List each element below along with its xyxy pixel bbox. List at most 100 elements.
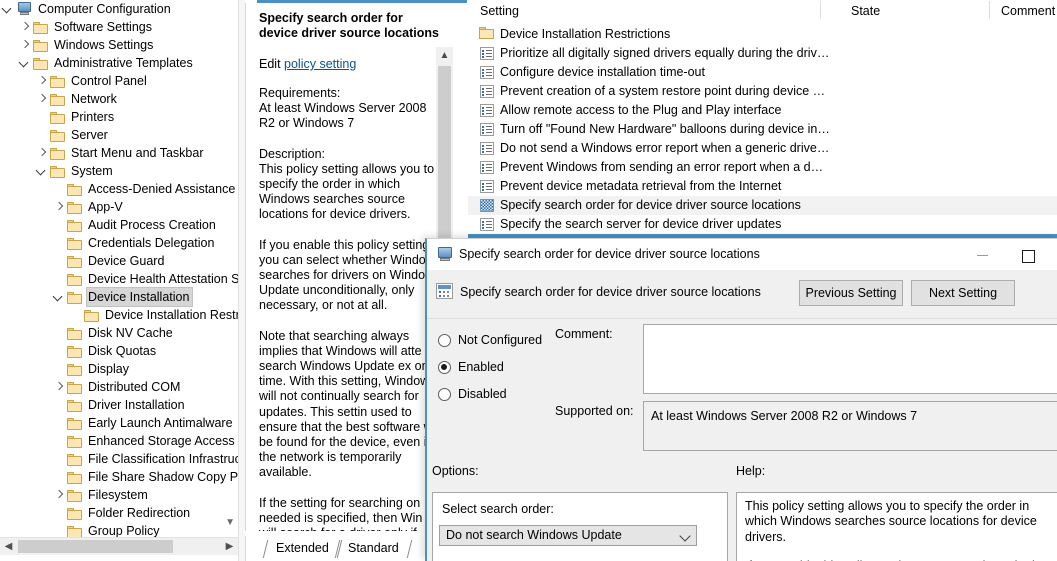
- policy-icon: [480, 218, 494, 231]
- header-separator-1[interactable]: [820, 1, 821, 19]
- chevron-right-icon[interactable]: [34, 72, 50, 90]
- comment-textarea[interactable]: [643, 324, 1057, 394]
- column-header-state[interactable]: State: [851, 3, 880, 19]
- table-row[interactable]: Specify search order for device driver s…: [468, 196, 1057, 215]
- description-vscroll-thumb[interactable]: [438, 66, 451, 242]
- view-tabs: Extended Standard: [245, 536, 449, 561]
- search-order-dropdown[interactable]: Do not search Windows Update: [439, 525, 697, 546]
- radio-not-configured[interactable]: Not Configured: [435, 327, 570, 354]
- tree-horizontal-scrollbar[interactable]: ◀ ▶: [0, 537, 238, 555]
- tree-node-label: Filesystem: [87, 486, 151, 504]
- help-panel[interactable]: This policy setting allows you to specif…: [736, 492, 1057, 561]
- chevron-right-icon[interactable]: [17, 18, 33, 36]
- tree-node-label: Enhanced Storage Access: [87, 432, 238, 450]
- chevron-right-icon[interactable]: [34, 144, 50, 162]
- setting-name: Do not send a Windows error report when …: [500, 139, 830, 158]
- state-radio-group[interactable]: Not ConfiguredEnabledDisabled: [435, 327, 570, 408]
- twist-spacer: [51, 504, 67, 522]
- chevron-down-icon[interactable]: [17, 54, 33, 72]
- table-row[interactable]: Device Installation Restrictions: [468, 25, 1057, 44]
- tree-node[interactable]: Folder Redirection: [0, 504, 238, 522]
- column-header-comment[interactable]: Comment: [1001, 3, 1055, 19]
- maximize-button[interactable]: [1006, 239, 1051, 270]
- chevron-down-icon[interactable]: [34, 162, 50, 180]
- tree-node[interactable]: Network: [0, 90, 238, 108]
- scroll-left-arrow-icon[interactable]: ◀: [0, 538, 17, 555]
- tree-node[interactable]: Printers: [0, 108, 238, 126]
- column-header-setting[interactable]: Setting: [480, 3, 519, 19]
- header-separator-2[interactable]: [989, 1, 990, 19]
- table-row[interactable]: Prioritize all digitally signed drivers …: [468, 44, 1057, 63]
- tab-standard[interactable]: Standard: [342, 539, 405, 558]
- edit-policy-setting-link[interactable]: policy setting: [284, 57, 356, 71]
- tree-node-label: Server: [70, 126, 111, 144]
- tree-node[interactable]: Device Installation: [0, 288, 238, 306]
- tree-node[interactable]: Distributed COM: [0, 378, 238, 396]
- tree-node[interactable]: Device Installation Restri: [0, 306, 238, 324]
- tree-node-label: System: [70, 162, 116, 180]
- dialog-title-bar[interactable]: Specify search order for device driver s…: [427, 239, 1057, 270]
- table-row[interactable]: Prevent creation of a system restore poi…: [468, 82, 1057, 101]
- select-search-order-label: Select search order:: [442, 502, 554, 516]
- tree-node[interactable]: Audit Process Creation: [0, 216, 238, 234]
- chevron-right-icon[interactable]: [51, 378, 67, 396]
- setting-name: Specify search order for device driver s…: [500, 196, 830, 215]
- tree-node[interactable]: Computer Configuration: [0, 0, 238, 18]
- tree-node[interactable]: System: [0, 162, 238, 180]
- scroll-up-arrow-icon[interactable]: ▲: [436, 47, 453, 64]
- tree-node[interactable]: Display: [0, 360, 238, 378]
- tree-node[interactable]: Driver Installation: [0, 396, 238, 414]
- table-row[interactable]: Turn off "Found New Hardware" balloons d…: [468, 120, 1057, 139]
- next-setting-button[interactable]: Next Setting: [911, 280, 1015, 306]
- description-vertical-scrollbar[interactable]: ▲: [436, 47, 453, 242]
- chevron-right-icon[interactable]: [51, 198, 67, 216]
- minimize-button[interactable]: [961, 239, 1006, 270]
- tree-node[interactable]: File Share Shadow Copy Pro: [0, 468, 238, 486]
- tree-node[interactable]: Disk NV Cache: [0, 324, 238, 342]
- tree-node[interactable]: Server: [0, 126, 238, 144]
- tree-node[interactable]: Control Panel: [0, 72, 238, 90]
- chevron-right-icon[interactable]: [51, 486, 67, 504]
- tab-extended[interactable]: Extended: [270, 539, 335, 558]
- tree-node[interactable]: Group Policy: [0, 522, 238, 537]
- folder-icon: [67, 471, 83, 484]
- tree-hscroll-thumb[interactable]: [18, 540, 173, 553]
- tree-node[interactable]: Early Launch Antimalware: [0, 414, 238, 432]
- previous-setting-button[interactable]: Previous Setting: [799, 280, 903, 306]
- table-row[interactable]: Do not send a Windows error report when …: [468, 139, 1057, 158]
- tree-node[interactable]: File Classification Infrastruc: [0, 450, 238, 468]
- radio-disabled[interactable]: Disabled: [435, 381, 570, 408]
- table-row[interactable]: Configure device installation time-outNo…: [468, 63, 1057, 82]
- table-row[interactable]: Prevent device metadata retrieval from t…: [468, 177, 1057, 196]
- table-row[interactable]: Allow remote access to the Plug and Play…: [468, 101, 1057, 120]
- tree-node[interactable]: Filesystem: [0, 486, 238, 504]
- table-row[interactable]: Specify the search server for device dri…: [468, 215, 1057, 234]
- chevron-right-icon[interactable]: [17, 36, 33, 54]
- radio-enabled[interactable]: Enabled: [435, 354, 570, 381]
- tree-node[interactable]: Administrative Templates: [0, 54, 238, 72]
- tree-scroll-down-caret[interactable]: ▼: [225, 517, 235, 528]
- search-order-selected-value: Do not search Windows Update: [446, 528, 622, 542]
- scroll-right-arrow-icon[interactable]: ▶: [221, 538, 238, 555]
- chevron-right-icon[interactable]: [34, 90, 50, 108]
- tree-node[interactable]: Enhanced Storage Access: [0, 432, 238, 450]
- table-row[interactable]: Prevent Windows from sending an error re…: [468, 158, 1057, 177]
- policy-tree[interactable]: Computer ConfigurationSoftware SettingsW…: [0, 0, 238, 537]
- chevron-down-icon[interactable]: [0, 0, 16, 18]
- policy-icon: [480, 123, 494, 136]
- tree-node[interactable]: Windows Settings: [0, 36, 238, 54]
- tree-node[interactable]: App-V: [0, 198, 238, 216]
- tree-node[interactable]: Disk Quotas: [0, 342, 238, 360]
- tree-node[interactable]: Credentials Delegation: [0, 234, 238, 252]
- chevron-down-icon[interactable]: [51, 288, 67, 306]
- folder-icon: [33, 39, 49, 52]
- tree-node[interactable]: Device Guard: [0, 252, 238, 270]
- tree-node[interactable]: Start Menu and Taskbar: [0, 144, 238, 162]
- edit-policy-setting-row: Edit policy setting: [259, 57, 443, 71]
- tree-node[interactable]: Software Settings: [0, 18, 238, 36]
- options-panel: Select search order: Do not search Windo…: [432, 492, 728, 561]
- tree-node[interactable]: Access-Denied Assistance: [0, 180, 238, 198]
- setting-name: Specify the search server for device dri…: [500, 215, 830, 234]
- policy-icon: [480, 85, 494, 98]
- tree-node[interactable]: Device Health Attestation S: [0, 270, 238, 288]
